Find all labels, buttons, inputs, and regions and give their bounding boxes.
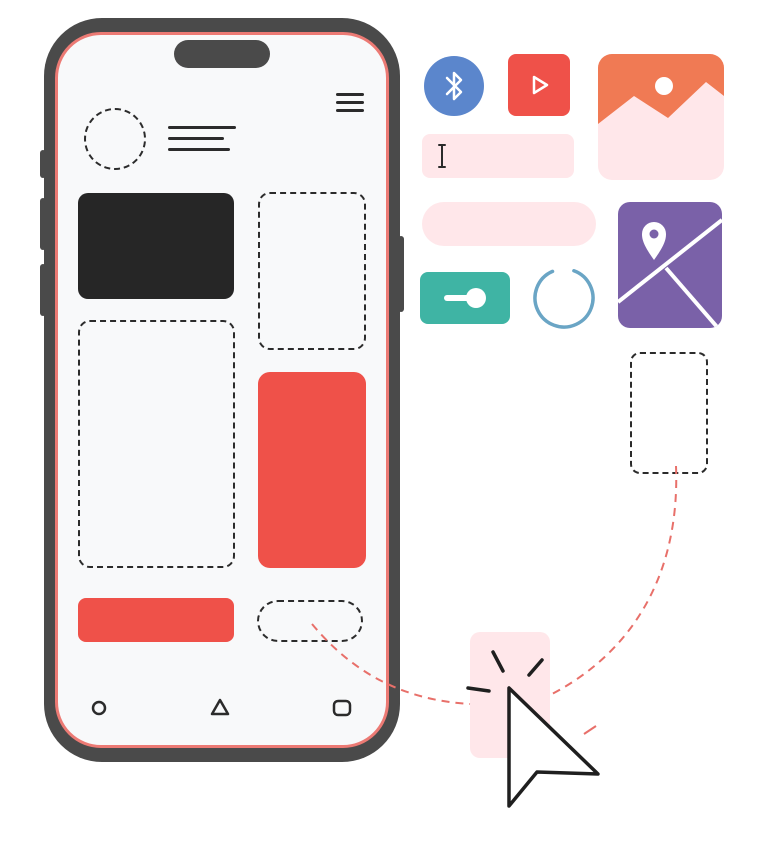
bluetooth-icon bbox=[445, 71, 463, 101]
phone-side-button bbox=[40, 150, 46, 178]
card-placeholder[interactable] bbox=[258, 192, 366, 350]
play-icon bbox=[532, 75, 549, 95]
phone-volume-up-button bbox=[40, 198, 46, 250]
hamburger-menu-icon[interactable] bbox=[336, 92, 364, 114]
widget-placeholder[interactable] bbox=[630, 352, 708, 474]
toggle-knob-icon bbox=[444, 288, 486, 308]
video-play-widget[interactable] bbox=[508, 54, 570, 116]
toggle-switch[interactable] bbox=[420, 272, 510, 324]
text-cursor-icon bbox=[438, 144, 446, 168]
drag-path-from-widget bbox=[551, 465, 678, 695]
bluetooth-widget[interactable] bbox=[424, 56, 484, 116]
recents-square-icon[interactable] bbox=[332, 699, 352, 717]
phone-volume-down-button bbox=[40, 264, 46, 316]
image-placeholder-card[interactable] bbox=[598, 54, 724, 180]
primary-button[interactable] bbox=[78, 598, 234, 642]
map-pin-icon bbox=[618, 218, 722, 328]
text-line-placeholder bbox=[168, 137, 224, 140]
map-widget[interactable] bbox=[618, 202, 722, 328]
back-triangle-icon[interactable] bbox=[209, 697, 231, 717]
button-placeholder[interactable] bbox=[257, 600, 363, 642]
loading-spinner bbox=[532, 266, 596, 330]
home-circle-icon[interactable] bbox=[90, 699, 108, 717]
phone-notch bbox=[174, 40, 270, 68]
text-input-field[interactable] bbox=[422, 134, 574, 178]
text-line-placeholder bbox=[168, 126, 236, 129]
drag-path-tail bbox=[583, 725, 597, 735]
text-line-placeholder bbox=[168, 148, 230, 151]
phone-power-button bbox=[398, 236, 404, 312]
card-placeholder[interactable] bbox=[78, 320, 235, 568]
image-placeholder-icon bbox=[598, 54, 724, 124]
red-content-card[interactable] bbox=[258, 372, 366, 568]
search-bar-placeholder[interactable] bbox=[422, 202, 596, 246]
dark-content-card[interactable] bbox=[78, 193, 234, 299]
avatar-placeholder[interactable] bbox=[84, 108, 146, 170]
tap-target-highlight bbox=[470, 632, 550, 758]
